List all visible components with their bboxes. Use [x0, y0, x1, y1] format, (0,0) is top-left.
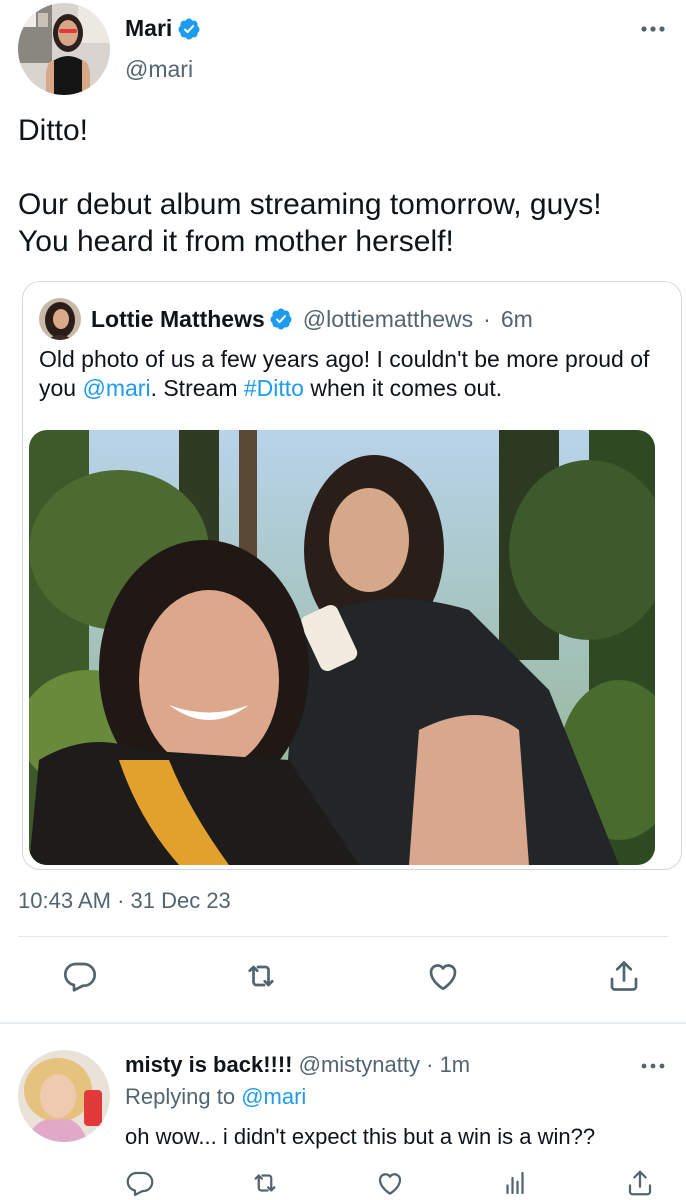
more-options-icon[interactable]	[638, 19, 668, 39]
tweet-text-line: Ditto!	[18, 114, 89, 147]
reply-author-name[interactable]: misty is back!!!!	[125, 1052, 293, 1077]
quoted-text-part: . Stream	[150, 375, 244, 401]
reply-author-handle[interactable]: @mistynatty	[299, 1052, 420, 1077]
replying-to: Replying to @mari	[125, 1084, 306, 1110]
reply-author-avatar[interactable]	[18, 1050, 110, 1142]
author-handle[interactable]: @mari	[125, 56, 201, 83]
quoted-tweet-header: Lottie Matthews @lottiematthews · 6m	[39, 298, 533, 340]
more-options-icon[interactable]	[638, 1056, 668, 1076]
quoted-author-avatar[interactable]	[39, 298, 81, 340]
quoted-text-part: when it comes out.	[303, 375, 503, 401]
reply-icon[interactable]	[62, 958, 98, 994]
author-avatar[interactable]	[18, 3, 110, 95]
tweet-text-line: You heard it from mother herself!	[18, 225, 454, 258]
quoted-tweet[interactable]: Lottie Matthews @lottiematthews · 6m Old…	[22, 281, 682, 870]
quoted-author-name-text[interactable]: Lottie Matthews	[91, 306, 265, 333]
reply-action-bar	[125, 1168, 655, 1200]
divider	[18, 936, 668, 937]
reply-time[interactable]: 1m	[440, 1052, 471, 1077]
verified-badge-icon	[270, 308, 292, 330]
reply-header: misty is back!!!! @mistynatty · 1m	[125, 1052, 470, 1078]
analytics-icon[interactable]	[500, 1168, 530, 1198]
quoted-tweet-time[interactable]: 6m	[501, 306, 533, 333]
tweet-text-line: Our debut album streaming tomorrow, guys…	[18, 188, 602, 221]
tweet-timestamp[interactable]: 10:43 AM · 31 Dec 23	[18, 888, 231, 914]
like-icon[interactable]	[425, 958, 461, 994]
share-icon[interactable]	[606, 958, 642, 994]
hashtag-link[interactable]: #Ditto	[244, 375, 304, 401]
quoted-author-name[interactable]: Lottie Matthews	[91, 306, 293, 333]
tweet-text: Ditto! Our debut album streaming tomorro…	[18, 112, 668, 260]
retweet-icon[interactable]	[243, 958, 279, 994]
separator-dot: ·	[426, 1052, 434, 1077]
tweet-text-paragraph: Our debut album streaming tomorrow, guys…	[18, 186, 668, 260]
quoted-tweet-text: Old photo of us a few years ago! I could…	[39, 345, 669, 403]
separator-dot: ·	[483, 305, 491, 332]
quoted-author-handle[interactable]: @lottiematthews	[303, 306, 473, 333]
tweet-action-bar	[62, 958, 642, 998]
replying-to-prefix: Replying to	[125, 1084, 242, 1109]
author-name[interactable]: Mari	[125, 15, 201, 42]
reply-text: oh wow... i didn't expect this but a win…	[125, 1124, 596, 1149]
retweet-icon[interactable]	[250, 1168, 280, 1198]
share-icon[interactable]	[625, 1168, 655, 1198]
verified-badge-icon	[178, 18, 200, 39]
section-divider	[0, 1022, 686, 1024]
author-name-text[interactable]: Mari	[125, 15, 172, 42]
quoted-tweet-photo[interactable]	[29, 430, 655, 865]
tweet-header: Mari @mari	[18, 3, 668, 95]
replying-to-link[interactable]: @mari	[241, 1084, 306, 1109]
reply-icon[interactable]	[125, 1168, 155, 1198]
reply-tweet[interactable]: misty is back!!!! @mistynatty · 1m Reply…	[18, 1046, 668, 1200]
like-icon[interactable]	[375, 1168, 405, 1198]
author-block: Mari @mari	[125, 15, 201, 83]
mention-link[interactable]: @mari	[82, 375, 150, 401]
